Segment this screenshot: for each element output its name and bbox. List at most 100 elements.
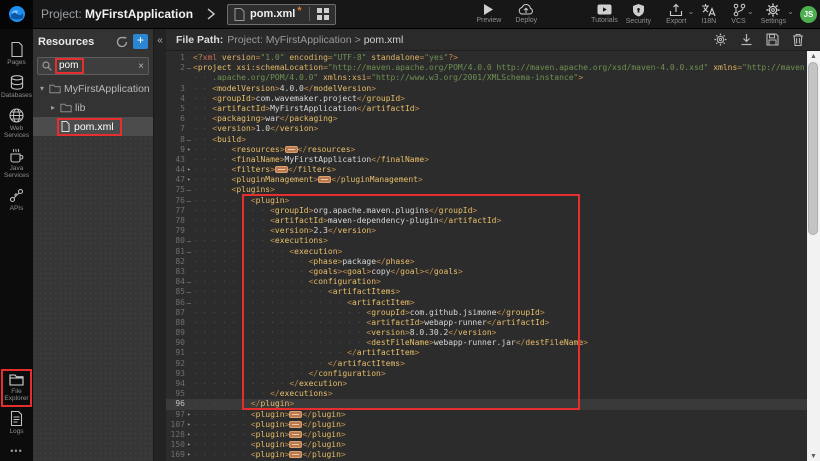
code-row[interactable]: 96· · · · · · </plugin> [166, 399, 807, 409]
collapsed-code-icon[interactable] [275, 166, 288, 173]
code-row[interactable]: 89· · · · · · · · · · · · · · · · · · <v… [166, 328, 807, 338]
fold-toggle-icon[interactable]: ▸ [185, 430, 193, 440]
delete-trash-icon[interactable] [792, 33, 804, 46]
sidebar-item-java-services[interactable]: Java Services [1, 144, 32, 184]
fold-toggle-icon[interactable]: – [185, 185, 193, 195]
code-row[interactable]: 1<?xml version="1.0" encoding="UTF-8" st… [166, 53, 807, 63]
add-resource-button[interactable]: + [133, 34, 148, 49]
code-row[interactable]: 86–· · · · · · · · · · · · · · · · <arti… [166, 298, 807, 308]
code-row[interactable]: 80–· · · · · · · · <executions> [166, 236, 807, 246]
code-row[interactable]: 44▸· · · · <filters></filters> [166, 165, 807, 175]
fold-toggle-icon[interactable]: – [185, 277, 193, 287]
grid-view-icon[interactable] [317, 8, 329, 20]
fold-toggle-icon[interactable]: ▸ [185, 410, 193, 420]
code-row[interactable]: 84–· · · · · · · · · · · · <configuratio… [166, 277, 807, 287]
security-button[interactable]: Security [622, 3, 655, 25]
code-row[interactable]: · · .apache.org/POM/4.0.0" xmlns:xsi="ht… [166, 73, 807, 83]
fold-toggle-icon[interactable]: ▸ [185, 145, 193, 155]
code-row[interactable]: 9▸· · · · <resources></resources> [166, 145, 807, 155]
user-avatar[interactable]: JS [800, 6, 817, 23]
code-row[interactable]: 3· · <modelVersion>4.0.0</modelVersion> [166, 84, 807, 94]
code-row[interactable]: 75–· · · · <plugins> [166, 185, 807, 195]
code-row[interactable]: 5· · <artifactId>MyFirstApplication</art… [166, 104, 807, 114]
sidebar-item-databases[interactable]: Databases [1, 71, 32, 104]
code-row[interactable]: 43· · · · <finalName>MyFirstApplication<… [166, 155, 807, 165]
refresh-button[interactable] [116, 36, 128, 48]
code-row[interactable]: 88· · · · · · · · · · · · · · · · · · <a… [166, 318, 807, 328]
fold-toggle-icon[interactable]: – [185, 135, 193, 145]
tutorials-button[interactable]: Tutorials [587, 3, 622, 24]
code-row[interactable]: 128▸· · · · · · <plugin></plugin> [166, 430, 807, 440]
fold-toggle-icon[interactable]: ▸ [185, 175, 193, 185]
code-row[interactable]: 93· · · · · · · · · · · · </configuratio… [166, 369, 807, 379]
code-row[interactable]: 2–<project xsi:schemaLocation="http://ma… [166, 63, 807, 73]
fold-toggle-icon[interactable]: ▸ [185, 440, 193, 450]
collapsed-code-icon[interactable] [289, 411, 302, 418]
code-row[interactable]: 47▸· · · · <pluginManagement></pluginMan… [166, 175, 807, 185]
deploy-button[interactable]: Deploy [511, 3, 541, 24]
scroll-down-icon[interactable]: ▼ [807, 451, 820, 461]
settings-button[interactable]: Settings ⌄ [757, 3, 790, 25]
more-options-icon[interactable]: ••• [10, 446, 22, 456]
sidebar-item-apis[interactable]: APIs [1, 184, 32, 217]
code-row[interactable]: 91· · · · · · · · · · · · · · · · </arti… [166, 348, 807, 358]
fold-toggle-icon[interactable]: ▸ [185, 165, 193, 175]
code-row[interactable]: 97▸· · · · · · <plugin></plugin> [166, 410, 807, 420]
sidebar-item-web-services[interactable]: Web Services [1, 104, 32, 144]
caret-right-icon[interactable]: ▸ [49, 103, 57, 112]
collapsed-code-icon[interactable] [289, 421, 302, 428]
code-row[interactable]: 77· · · · · · · · <groupId>org.apache.ma… [166, 206, 807, 216]
fold-toggle-icon[interactable]: – [185, 247, 193, 257]
file-tab-pom-xml[interactable]: pom.xml * [227, 4, 336, 25]
code-row[interactable]: 94· · · · · · · · · · </execution> [166, 379, 807, 389]
collapsed-code-icon[interactable] [289, 441, 302, 448]
tree-item-pom-xml[interactable]: pom.xml [33, 117, 153, 136]
clear-search-icon[interactable]: × [138, 61, 144, 72]
tree-item-lib[interactable]: ▸ lib [33, 98, 153, 117]
vertical-scrollbar[interactable]: ▲ ▼ [807, 51, 820, 461]
preview-button[interactable]: Preview [472, 3, 505, 24]
code-row[interactable]: 81–· · · · · · · · · · <execution> [166, 247, 807, 257]
fold-toggle-icon[interactable]: – [185, 236, 193, 246]
app-logo[interactable] [0, 0, 33, 29]
sidebar-item-pages[interactable]: Pages [1, 38, 32, 71]
collapsed-code-icon[interactable] [318, 176, 331, 183]
code-row[interactable]: 95· · · · · · · · </executions> [166, 389, 807, 399]
save-icon[interactable] [766, 33, 779, 46]
fold-toggle-icon[interactable]: ▸ [185, 450, 193, 460]
code-row[interactable]: 4· · <groupId>com.wavemaker.project</gro… [166, 94, 807, 104]
code-row[interactable]: 6· · <packaging>war</packaging> [166, 114, 807, 124]
i18n-button[interactable]: I18N [697, 3, 720, 25]
collapse-panel-icon[interactable]: « [154, 35, 166, 46]
collapsed-code-icon[interactable] [289, 431, 302, 438]
collapsed-code-icon[interactable] [285, 146, 298, 153]
code-row[interactable]: 7· · <version>1.0</version> [166, 124, 807, 134]
code-row[interactable]: 83· · · · · · · · · · · · <goals><goal>c… [166, 267, 807, 277]
scroll-up-icon[interactable]: ▲ [807, 51, 820, 61]
code-row[interactable]: 169▸· · · · · · <plugin></plugin> [166, 450, 807, 460]
fold-toggle-icon[interactable]: – [185, 287, 193, 297]
code-row[interactable]: 82· · · · · · · · · · · · <phase>package… [166, 257, 807, 267]
caret-down-icon[interactable]: ▾ [38, 84, 46, 93]
code-row[interactable]: 76–· · · · · · <plugin> [166, 196, 807, 206]
code-row[interactable]: 90· · · · · · · · · · · · · · · · · · <d… [166, 338, 807, 348]
fold-toggle-icon[interactable]: ▸ [185, 420, 193, 430]
fold-toggle-icon[interactable]: – [185, 63, 193, 73]
search-input[interactable]: pom × [37, 57, 149, 75]
code-row[interactable]: 92· · · · · · · · · · · · · · </artifact… [166, 359, 807, 369]
code-row[interactable]: 79· · · · · · · · <version>2.3</version> [166, 226, 807, 236]
sidebar-item-logs[interactable]: Logs [1, 407, 32, 440]
fold-toggle-icon[interactable]: – [185, 298, 193, 308]
vcs-button[interactable]: VCS ⌄ [727, 3, 749, 25]
code-row[interactable]: 85–· · · · · · · · · · · · · · <artifact… [166, 287, 807, 297]
scrollbar-thumb[interactable] [808, 62, 818, 235]
sidebar-item-file-explorer[interactable]: File Explorer [1, 369, 32, 407]
code-row[interactable]: 78· · · · · · · · <artifactId>maven-depe… [166, 216, 807, 226]
tree-item-myfirstapplication[interactable]: ▾ MyFirstApplication [33, 79, 153, 98]
fold-toggle-icon[interactable]: – [185, 196, 193, 206]
code-row[interactable]: 107▸· · · · · · <plugin></plugin> [166, 420, 807, 430]
code-row[interactable]: 8–· · <build> [166, 135, 807, 145]
code-row[interactable]: 150▸· · · · · · <plugin></plugin> [166, 440, 807, 450]
download-icon[interactable] [740, 33, 753, 46]
collapsed-code-icon[interactable] [289, 451, 302, 458]
